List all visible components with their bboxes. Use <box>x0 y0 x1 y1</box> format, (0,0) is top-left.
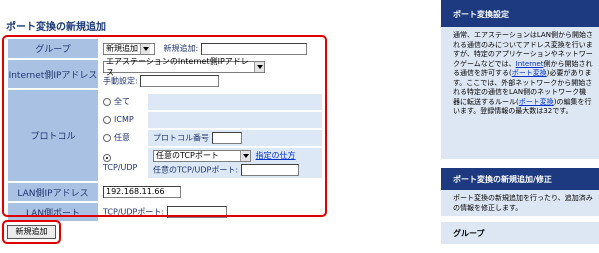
internet-ip-label: Internet側IPアドレス <box>8 60 98 88</box>
group-new-input[interactable] <box>200 42 307 55</box>
protocol-radio-tcpudp[interactable] <box>103 154 111 162</box>
internet-ip-select[interactable]: エアステーションのInternet側IPアドレス <box>103 57 265 77</box>
internet-link[interactable]: Internet <box>516 60 544 68</box>
page-title: ポート変換の新規追加 <box>6 22 106 33</box>
add-new-button[interactable]: 新規追加 <box>7 225 56 239</box>
port-forward-link-2[interactable]: ポート変換 <box>519 98 554 106</box>
lan-port-label: LAN側ポート <box>8 203 98 221</box>
manual-ip-input[interactable] <box>140 75 220 87</box>
tcp-udp-port-label: 任意のTCP/UDPポート: <box>153 165 239 174</box>
lan-ip-label: LAN側IPアドレス <box>8 183 98 201</box>
chevron-down-icon <box>240 150 250 161</box>
sidebar-section-title: ポート変換の新規追加/修正 <box>441 168 599 190</box>
sidebar-section-text: ポート変換の新規追加を行ったり、追加済みの情報を修正します。 <box>441 190 599 216</box>
manual-label: 手動設定: <box>103 76 138 86</box>
port-forward-form: グループ 新規追加 新規追加: Internet側IPアドレス エアステーション… <box>6 37 324 223</box>
lan-port-input[interactable] <box>166 206 227 218</box>
sidebar-section-title: グループ <box>441 222 599 244</box>
lan-port-sub-label: TCP/UDPポート: <box>103 207 165 217</box>
sidebar-section-title: ポート変換設定 <box>441 0 599 27</box>
protocol-radio-icmp[interactable] <box>103 115 111 124</box>
lan-ip-input[interactable]: 192.168.11.66 <box>103 186 181 198</box>
tcp-port-select[interactable]: 任意のTCPポート <box>153 149 251 162</box>
sidebar-section-text: 通常、エアステーションはLAN側から開始される通信のみについてアドレス変換を行い… <box>441 27 599 159</box>
help-sidebar: ポート変換設定 通常、エアステーションはLAN側から開始される通信のみについてア… <box>441 0 599 253</box>
chevron-down-icon <box>140 43 150 54</box>
chevron-down-icon <box>254 62 264 72</box>
group-select[interactable]: 新規追加 <box>103 42 155 55</box>
group-label: グループ <box>8 39 98 58</box>
protocol-radio-any[interactable] <box>103 133 111 142</box>
tcp-udp-port-input[interactable] <box>240 163 299 176</box>
group-new-label: 新規追加: <box>163 44 199 53</box>
protocol-number-label: プロトコル番号 <box>153 133 209 142</box>
protocol-radio-all[interactable] <box>103 97 111 106</box>
port-forward-link[interactable]: ポート変換 <box>512 69 547 77</box>
howto-link[interactable]: 指定の仕方 <box>256 151 296 160</box>
protocol-label: プロトコル <box>8 90 98 181</box>
protocol-number-input[interactable] <box>211 131 242 144</box>
